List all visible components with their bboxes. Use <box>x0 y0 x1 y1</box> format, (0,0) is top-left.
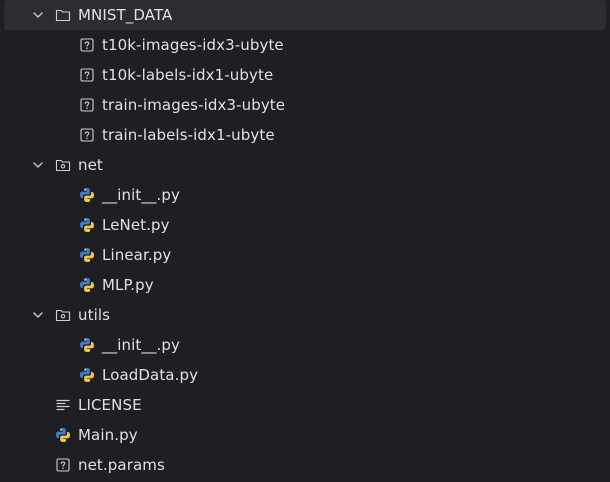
chevron-down-icon[interactable] <box>31 308 45 322</box>
python-file-icon <box>79 277 95 293</box>
tree-item-net[interactable]: net <box>0 150 610 180</box>
tree-item-label: net <box>78 156 103 174</box>
tree-item-train-labels[interactable]: train-labels-idx1-ubyte <box>0 120 610 150</box>
tree-item-label: Linear.py <box>102 246 172 264</box>
tree-item-main[interactable]: Main.py <box>0 420 610 450</box>
chevron-down-icon[interactable] <box>31 158 45 172</box>
tree-item-net-params[interactable]: net.params <box>0 450 610 480</box>
tree-item-utils[interactable]: utils <box>0 300 610 330</box>
tree-item-label: t10k-labels-idx1-ubyte <box>102 66 274 84</box>
tree-item-t10k-labels[interactable]: t10k-labels-idx1-ubyte <box>0 60 610 90</box>
tree-item-label: net.params <box>78 456 165 474</box>
text-file-icon <box>55 397 71 413</box>
tree-item-mnist-data[interactable]: MNIST_DATA <box>0 0 610 30</box>
unknown-file-icon <box>79 67 95 83</box>
tree-item-label: __init__.py <box>102 336 180 354</box>
tree-item-label: MLP.py <box>102 276 154 294</box>
unknown-file-icon <box>79 97 95 113</box>
tree-item-utils-init[interactable]: __init__.py <box>0 330 610 360</box>
unknown-file-icon <box>79 37 95 53</box>
python-file-icon <box>55 427 71 443</box>
package-icon <box>55 307 71 323</box>
tree-item-lenet[interactable]: LeNet.py <box>0 210 610 240</box>
tree-item-label: train-labels-idx1-ubyte <box>102 126 275 144</box>
tree-item-label: __init__.py <box>102 186 180 204</box>
python-file-icon <box>79 337 95 353</box>
tree-item-net-init[interactable]: __init__.py <box>0 180 610 210</box>
tree-item-mlp[interactable]: MLP.py <box>0 270 610 300</box>
unknown-file-icon <box>55 457 71 473</box>
tree-item-label: LICENSE <box>78 396 142 414</box>
tree-item-label: utils <box>78 306 111 324</box>
python-file-icon <box>79 217 95 233</box>
package-icon <box>55 157 71 173</box>
python-file-icon <box>79 187 95 203</box>
tree-item-loaddata[interactable]: LoadData.py <box>0 360 610 390</box>
tree-item-train-images[interactable]: train-images-idx3-ubyte <box>0 90 610 120</box>
tree-item-label: train-images-idx3-ubyte <box>102 96 286 114</box>
folder-icon <box>55 7 71 23</box>
python-file-icon <box>79 367 95 383</box>
tree-item-t10k-images[interactable]: t10k-images-idx3-ubyte <box>0 30 610 60</box>
project-tree: MNIST_DATA t10k-images-idx3-ubyte t10k-l… <box>0 0 610 482</box>
tree-item-linear[interactable]: Linear.py <box>0 240 610 270</box>
tree-item-label: Main.py <box>78 426 138 444</box>
tree-item-label: LeNet.py <box>102 216 170 234</box>
tree-item-label: LoadData.py <box>102 366 199 384</box>
tree-item-label: MNIST_DATA <box>78 6 173 24</box>
chevron-down-icon[interactable] <box>31 8 45 22</box>
unknown-file-icon <box>79 127 95 143</box>
tree-item-label: t10k-images-idx3-ubyte <box>102 36 284 54</box>
python-file-icon <box>79 247 95 263</box>
tree-item-license[interactable]: LICENSE <box>0 390 610 420</box>
